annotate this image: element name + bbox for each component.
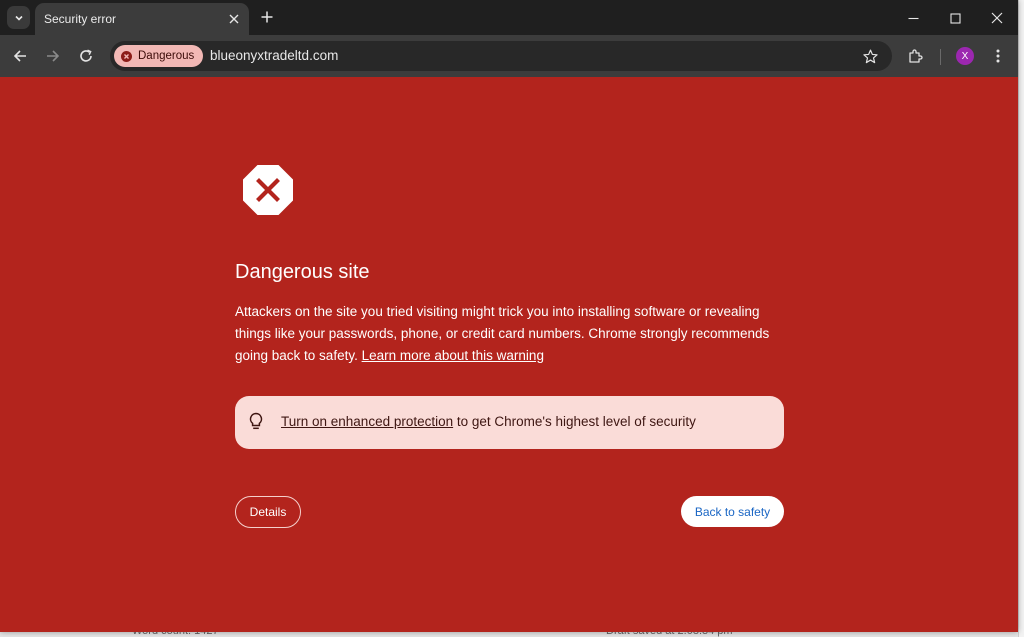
- maximize-button[interactable]: [944, 7, 966, 29]
- enhanced-protection-rest: to get Chrome's highest level of securit…: [456, 414, 696, 429]
- tab-close-button[interactable]: [225, 10, 243, 28]
- toolbar: Dangerous blueonyxtradeltd.com X: [0, 35, 1018, 77]
- back-to-safety-button[interactable]: Back to safety: [681, 496, 784, 527]
- enhanced-protection-callout: Turn on enhanced protection to get Chrom…: [235, 396, 784, 449]
- danger-octagon-icon: [243, 165, 293, 215]
- maximize-icon: [949, 12, 961, 24]
- toolbar-separator: [940, 49, 941, 65]
- extensions-button[interactable]: [904, 44, 928, 68]
- bookmark-button[interactable]: [860, 46, 880, 66]
- tab-strip: Security error: [0, 0, 1018, 35]
- profile-avatar[interactable]: X: [956, 47, 974, 65]
- enhanced-protection-link[interactable]: Turn on enhanced protection: [281, 414, 453, 429]
- learn-more-link[interactable]: Learn more about this warning: [362, 348, 544, 363]
- more-vert-icon: [996, 49, 1000, 63]
- forward-arrow-icon: [47, 50, 60, 62]
- star-icon: [862, 49, 878, 63]
- minimize-icon: [908, 17, 918, 19]
- browser-window: Security error Dangerous blueonyxtradelt…: [0, 0, 1018, 632]
- reload-button[interactable]: [74, 44, 98, 68]
- back-button[interactable]: [8, 44, 32, 68]
- forward-button[interactable]: [41, 44, 65, 68]
- url-text[interactable]: blueonyxtradeltd.com: [210, 48, 338, 63]
- page-title: Dangerous site: [235, 261, 370, 283]
- lightbulb-icon: [249, 412, 263, 430]
- enhanced-protection-text: Turn on enhanced protection to get Chrom…: [281, 414, 696, 429]
- back-arrow-icon: [13, 50, 26, 62]
- warning-description: Attackers on the site you tried visiting…: [235, 301, 795, 367]
- dangerous-icon: [121, 50, 132, 62]
- details-button[interactable]: Details: [235, 496, 301, 528]
- minimize-button[interactable]: [902, 7, 924, 29]
- tab-search-icon: [14, 15, 23, 21]
- close-icon: [991, 12, 1003, 24]
- tab-search-button[interactable]: [7, 6, 30, 29]
- close-icon: [229, 14, 239, 24]
- address-bar[interactable]: Dangerous blueonyxtradeltd.com: [110, 41, 892, 71]
- interstitial-page: Dangerous site Attackers on the site you…: [0, 77, 1018, 632]
- chip-label: Dangerous: [138, 50, 195, 62]
- close-window-button[interactable]: [986, 7, 1008, 29]
- extensions-icon: [909, 49, 923, 63]
- active-tab[interactable]: Security error: [35, 3, 249, 35]
- site-security-chip[interactable]: Dangerous: [114, 45, 203, 67]
- reload-icon: [80, 49, 92, 62]
- new-tab-button[interactable]: [257, 7, 277, 27]
- menu-button[interactable]: [986, 44, 1010, 68]
- plus-icon: [261, 11, 273, 23]
- background-right-edge: [1018, 0, 1024, 637]
- tab-title: Security error: [44, 12, 117, 26]
